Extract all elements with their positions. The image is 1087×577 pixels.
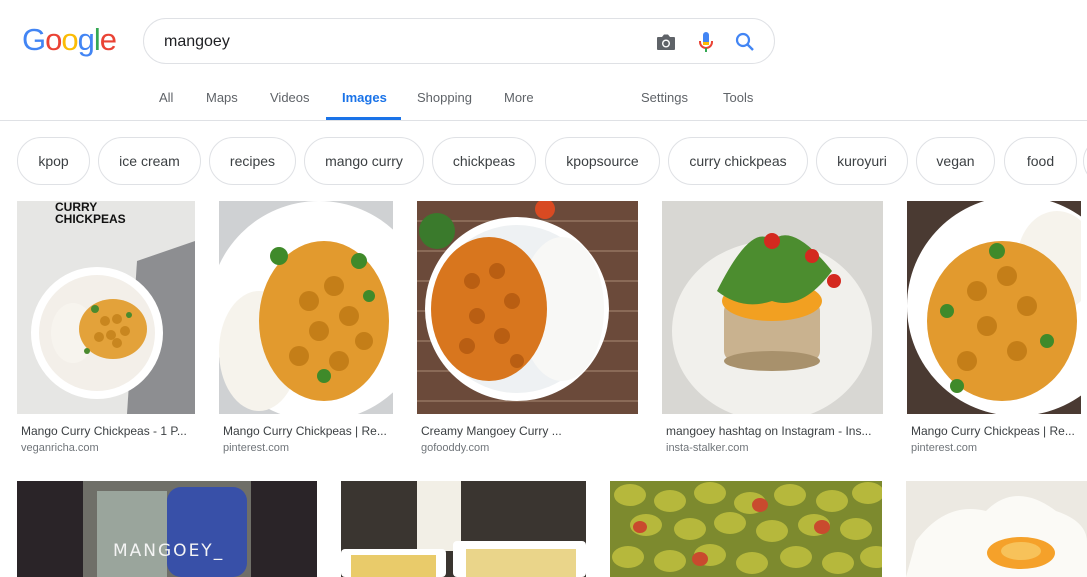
result-thumbnail[interactable] — [662, 201, 883, 414]
result-title[interactable]: Mango Curry Chickpeas - 1 P... — [21, 424, 193, 438]
result-source: pinterest.com — [911, 442, 978, 454]
result-title[interactable]: mangoey hashtag on Instagram - Ins... — [666, 424, 881, 438]
chip-kuroyuri[interactable]: kuroyuri — [816, 137, 908, 185]
image-result[interactable] — [906, 481, 1087, 577]
result-thumbnail[interactable] — [17, 481, 317, 577]
image-result[interactable]: MANGOEY_ — [17, 481, 317, 577]
tab-videos[interactable]: Videos — [270, 90, 310, 105]
chip-more[interactable] — [1083, 137, 1087, 185]
result-thumbnail[interactable] — [17, 201, 195, 414]
image-result[interactable]: Mango Curry Chickpeas | Re... pinterest.… — [219, 201, 393, 461]
search-icon[interactable] — [733, 30, 757, 54]
image-result[interactable]: mangoey hashtag on Instagram - Ins... in… — [662, 201, 883, 461]
google-logo[interactable]: Google — [22, 22, 117, 58]
tab-maps[interactable]: Maps — [206, 90, 238, 105]
result-thumbnail[interactable] — [341, 481, 586, 577]
result-source: insta-stalker.com — [666, 442, 749, 454]
image-result[interactable]: Creamy Mangoey Curry ... gofooddy.com — [417, 201, 638, 461]
chip-curry-chickpeas[interactable]: curry chickpeas — [668, 137, 808, 185]
result-thumbnail[interactable] — [417, 201, 638, 414]
chip-recipes[interactable]: recipes — [209, 137, 296, 185]
chip-chickpeas[interactable]: chickpeas — [432, 137, 536, 185]
chip-kpopsource[interactable]: kpopsource — [545, 137, 660, 185]
search-input[interactable] — [164, 31, 634, 53]
tab-all[interactable]: All — [159, 90, 173, 105]
result-source: gofooddy.com — [421, 442, 490, 454]
chip-food[interactable]: food — [1004, 137, 1077, 185]
result-source: veganricha.com — [21, 442, 99, 454]
camera-icon[interactable] — [654, 30, 678, 54]
thumbnail-overlay-text: CURRY CHICKPEAS — [55, 200, 126, 226]
result-source: pinterest.com — [223, 442, 290, 454]
search-box — [143, 18, 775, 64]
result-thumbnail[interactable] — [907, 201, 1081, 414]
image-result[interactable] — [341, 481, 586, 577]
thumbnail-overlay-text: MANGOEY_ — [113, 541, 225, 561]
chip-vegan[interactable]: vegan — [916, 137, 995, 185]
result-thumbnail[interactable] — [610, 481, 882, 577]
chip-mango-curry[interactable]: mango curry — [304, 137, 424, 185]
tab-more[interactable]: More — [504, 90, 534, 105]
image-result[interactable]: Mango Curry Chickpeas | Re... pinterest.… — [907, 201, 1087, 461]
tab-settings[interactable]: Settings — [641, 90, 688, 105]
image-result[interactable]: CURRY CHICKPEAS Mango Curry Chickpeas - … — [17, 201, 195, 461]
chip-kpop[interactable]: kpop — [17, 137, 90, 185]
search-tabs: All Maps Videos Images Shopping More Set… — [0, 76, 1087, 120]
header: Google All Maps Videos Images Shopping M… — [0, 0, 1087, 121]
result-title[interactable]: Creamy Mangoey Curry ... — [421, 424, 636, 438]
related-searches-chips: kpop ice cream recipes mango curry chick… — [17, 137, 1087, 185]
tab-tools[interactable]: Tools — [723, 90, 753, 105]
result-title[interactable]: Mango Curry Chickpeas | Re... — [911, 424, 1079, 438]
tab-images[interactable]: Images — [342, 90, 387, 105]
chip-ice-cream[interactable]: ice cream — [98, 137, 201, 185]
microphone-icon[interactable] — [694, 30, 718, 54]
image-result[interactable] — [610, 481, 882, 577]
tab-shopping[interactable]: Shopping — [417, 90, 472, 105]
active-tab-indicator — [326, 117, 401, 120]
result-thumbnail[interactable] — [906, 481, 1087, 577]
result-title[interactable]: Mango Curry Chickpeas | Re... — [223, 424, 391, 438]
result-thumbnail[interactable] — [219, 201, 393, 414]
